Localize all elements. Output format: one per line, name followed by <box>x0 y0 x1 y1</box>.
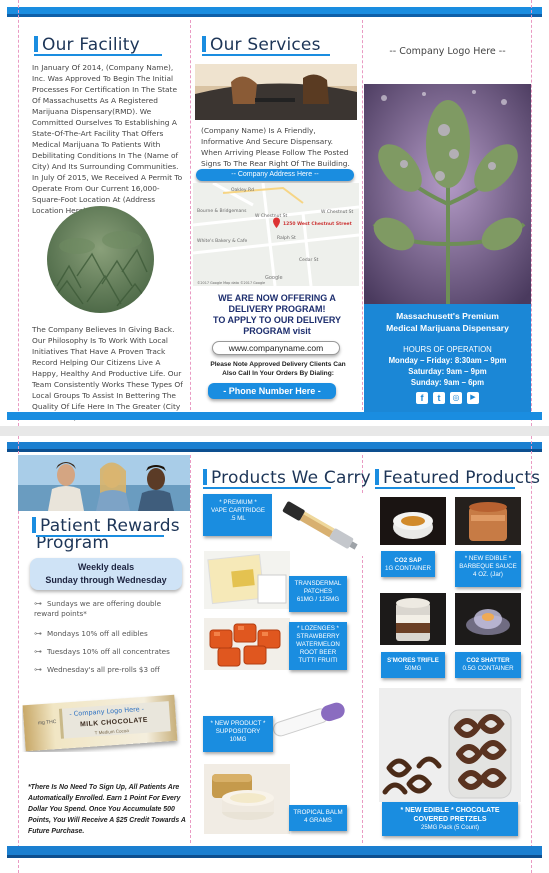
youtube-icon[interactable]: ▶ <box>467 392 479 404</box>
bottom-color-bar <box>7 412 542 420</box>
rewards-footnote: *There Is No Need To Sign Up, All Patien… <box>28 784 186 835</box>
map-street-label: Cedar St <box>299 257 319 263</box>
weekly-deals-banner: Weekly deals Sunday through Wednesday <box>30 558 182 590</box>
brochure-outside: Our Facility In January Of 2014, (Compan… <box>0 0 549 426</box>
product-label-suppository: * NEW PRODUCT * SUPPOSITORY 10MG <box>203 716 273 752</box>
map-street-label: Ralph St <box>277 235 296 241</box>
bottom-color-bar <box>7 846 542 858</box>
deal-item: ⊶ Mondays 10% off all edibles <box>34 629 148 638</box>
twitter-icon[interactable]: t <box>433 392 445 404</box>
address-pill: -- Company Address Here -- <box>196 169 354 181</box>
featured-label-bbq: * NEW EDIBLE * BARBEQUE SAUCE 4 OZ. (Jar) <box>455 551 521 587</box>
services-title: Our Services <box>202 35 321 55</box>
delivery-offer: WE ARE NOW OFFERING A DELIVERY PROGRAM! … <box>212 293 342 336</box>
map-footer: ©2017 Google Map data ©2017 Google <box>197 281 265 285</box>
trim-guide <box>531 0 532 426</box>
featured-label-pretzels: * NEW EDIBLE * CHOCOLATE COVERED PRETZELS… <box>382 802 518 836</box>
products-title: Products We Carry <box>203 468 371 488</box>
sheet-gap <box>0 426 549 436</box>
map-street-label: W Chestnut St <box>255 213 288 219</box>
product-label-vape: * PREMIUM * VAPE CARTRIDGE .5 ML <box>203 494 273 536</box>
product-label-lozenges: * LOZENGES * STRAWBERRY WATERMELON ROOT BEE… <box>289 622 347 670</box>
title-underline <box>203 487 331 489</box>
top-color-bar <box>7 7 542 17</box>
facebook-icon[interactable]: f <box>416 392 428 404</box>
product-label-balm: TROPICAL BALM 4 GRAMS <box>289 805 347 831</box>
fold-guide <box>190 455 191 843</box>
website-link[interactable]: www.companyname.com <box>212 341 340 355</box>
tagline: Massachusett's Premium <box>396 311 499 321</box>
facility-giving-text: The Company Believes In Giving Back. Our… <box>32 325 183 422</box>
title-underline <box>202 54 330 56</box>
facility-text: In January Of 2014, (Company Name), Inc.… <box>32 63 183 215</box>
hours-saturday: Saturday: 9am – 9pm <box>408 367 487 376</box>
link-bullet-icon: ⊶ <box>34 665 42 674</box>
services-text: (Company Name) Is A Friendly, Informativ… <box>201 126 350 168</box>
smores-trifle-photo <box>380 593 446 645</box>
product-label-patches: TRANSDERMAL PATCHES 61MG / 125MG <box>289 576 347 612</box>
chocolate-pretzels-photo <box>379 688 521 802</box>
fold-guide <box>190 20 191 415</box>
title-underline <box>34 54 162 56</box>
link-bullet-icon: ⊶ <box>34 647 42 656</box>
deal-item: ⊶ Sundays we are offering double reward p… <box>34 599 162 618</box>
location-map[interactable]: Oakley Rd W Chestnut St W Chestnut St Ra… <box>193 183 359 286</box>
map-google-logo: Google <box>265 275 283 281</box>
fold-guide <box>362 20 363 415</box>
transdermal-patch-photo <box>204 551 290 609</box>
title-underline <box>36 535 164 537</box>
map-place-label: Bourne & Bridgemans <box>197 208 247 214</box>
delivery-note: Please Note Approved Delivery Clients Ca… <box>210 361 346 377</box>
phone-button[interactable]: - Phone Number Here - <box>208 383 336 399</box>
featured-label-co2-sap: CO2 SAP 1G CONTAINER <box>381 551 435 577</box>
map-place-label: White's Bakery & Cafe <box>197 238 248 244</box>
tropical-balm-photo <box>204 764 290 834</box>
patients-photo <box>18 455 190 511</box>
tagline: Medical Marijuana Dispensary <box>386 323 509 333</box>
co2-sap-photo <box>380 497 446 545</box>
driving-car-photo <box>195 64 357 120</box>
lozenges-photo <box>204 618 290 670</box>
instagram-icon[interactable]: ◎ <box>450 392 462 404</box>
bar-mg: mg THC <box>37 719 57 727</box>
trim-guide <box>531 436 532 873</box>
link-bullet-icon: ⊶ <box>34 599 42 608</box>
deal-item: ⊶ Wednesday's all pre-rolls $3 off <box>34 665 160 674</box>
deal-item: ⊶ Tuesdays 10% off all concentrates <box>34 647 170 656</box>
hours-weekday: Monday – Friday: 8:30am – 9pm <box>388 356 507 365</box>
featured-label-shatter: CO2 SHATTER 0.5G CONTAINER <box>455 652 521 678</box>
co2-shatter-photo <box>455 593 521 645</box>
featured-label-smores: S'MORES TRIFLE 50MG <box>381 652 445 678</box>
map-pin-label: 1250 West Chestnut Street <box>283 221 353 227</box>
featured-title: Featured Products <box>375 468 540 488</box>
hours-title: HOURS OF OPERATION <box>403 345 492 354</box>
hours-sunday: Sunday: 9am – 6pm <box>410 378 485 387</box>
cover-info-panel: Massachusett's Premium Medical Marijuana… <box>364 304 531 412</box>
chocolate-bar-photo: - Company Logo Here - mg THC MILK CHOCOL… <box>22 692 182 752</box>
map-street-label: W Chestnut St <box>321 209 354 215</box>
cannabis-field-photo <box>47 206 154 313</box>
link-bullet-icon: ⊶ <box>34 629 42 638</box>
trim-guide <box>18 0 19 426</box>
top-color-bar <box>7 442 542 452</box>
vape-cartridge-photo <box>272 494 364 556</box>
facility-title: Our Facility <box>34 35 140 55</box>
map-street-label: Oakley Rd <box>231 187 254 193</box>
title-underline <box>375 487 515 489</box>
suppository-photo <box>262 690 360 748</box>
bbq-sauce-photo <box>455 497 521 545</box>
company-logo-placeholder: -- Company Logo Here -- <box>389 46 506 57</box>
cannabis-plant-photo <box>364 84 531 304</box>
